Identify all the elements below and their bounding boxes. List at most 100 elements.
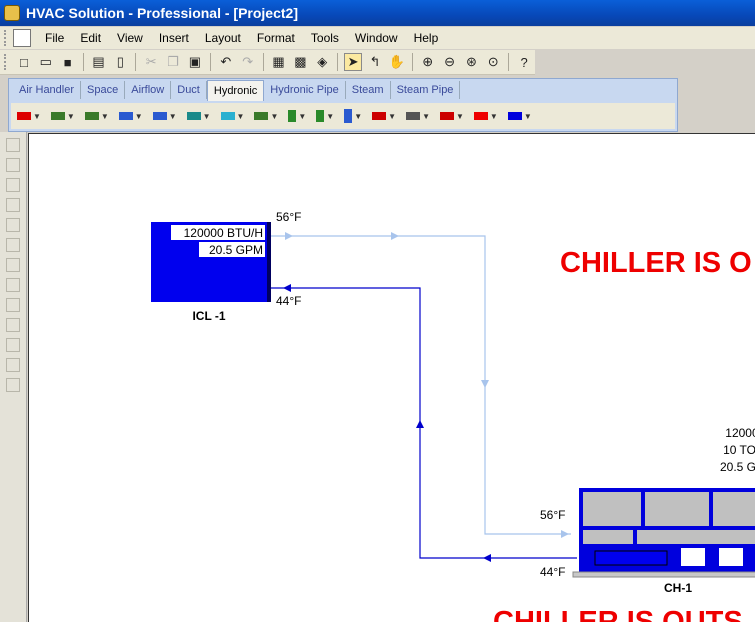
heat-pump-tool[interactable]: ▼	[502, 112, 532, 121]
toolbar-grip[interactable]	[4, 54, 9, 70]
toolbar-separator	[135, 53, 137, 71]
sidebar-tool-icon[interactable]	[6, 218, 20, 232]
window-title: HVAC Solution - Professional - [Project2…	[26, 5, 298, 21]
tab-hydronic[interactable]: Hydronic	[206, 79, 265, 101]
menu-edit[interactable]: Edit	[72, 31, 109, 45]
print-icon[interactable]: ▤	[90, 53, 108, 71]
menubar-grip[interactable]	[4, 30, 9, 46]
boiler-tool[interactable]: ▼	[366, 112, 396, 121]
zoom-fit-icon[interactable]: ⊛	[462, 53, 480, 71]
sidebar-tool-icon[interactable]	[6, 338, 20, 352]
menu-view[interactable]: View	[109, 31, 151, 45]
chiller-window	[681, 548, 705, 566]
tank-tool[interactable]: ▼	[181, 112, 211, 121]
chiller-tool[interactable]: ▼	[434, 112, 464, 121]
icl-capacity: 120000 BTU/H	[184, 226, 263, 240]
coil-tool[interactable]: ▼	[113, 112, 143, 121]
calculator-icon[interactable]: ▩	[291, 53, 309, 71]
menu-tools[interactable]: Tools	[303, 31, 347, 45]
pump-tool[interactable]: ▼	[11, 112, 41, 121]
toolbar-separator	[508, 53, 510, 71]
sidebar-tool-icon[interactable]	[6, 378, 20, 392]
menu-help[interactable]: Help	[406, 31, 447, 45]
pointer-icon[interactable]: ➤	[344, 53, 363, 71]
menu-file[interactable]: File	[37, 31, 72, 45]
app-icon	[4, 5, 20, 21]
tab-airflow[interactable]: Airflow	[125, 81, 172, 99]
sidebar-tool-icon[interactable]	[6, 298, 20, 312]
return-pipe[interactable]	[271, 287, 577, 559]
save-icon[interactable]: ■	[59, 53, 77, 71]
strainer-tool[interactable]: ▼	[248, 112, 278, 121]
zoom-window-icon[interactable]: ⊙	[484, 53, 502, 71]
menu-window[interactable]: Window	[347, 31, 406, 45]
sidebar-tool-icon[interactable]	[6, 258, 20, 272]
tab-air-handler[interactable]: Air Handler	[13, 81, 82, 99]
properties-icon[interactable]: ▦	[270, 53, 288, 71]
chiller-banner-bottom: CHILLER IS OUTS	[493, 606, 743, 622]
pan-hand-icon[interactable]: ✋	[388, 53, 406, 71]
drawing-canvas[interactable]: 120000 BTU/H 20.5 GPM ICL -1 56°F 44°F 1…	[28, 133, 755, 622]
tab-space[interactable]: Space	[81, 81, 126, 99]
context-help-icon[interactable]: ?	[515, 53, 533, 71]
icl-return-temp: 44°F	[276, 294, 301, 308]
print-preview-icon[interactable]: ▯	[111, 53, 129, 71]
icl-label: ICL -1	[192, 309, 225, 323]
menu-insert[interactable]: Insert	[151, 31, 197, 45]
valve-tool[interactable]: ▼	[45, 112, 75, 121]
open-folder-icon[interactable]: ▭	[37, 53, 55, 71]
toolbar-separator	[337, 53, 339, 71]
fill-bucket-icon[interactable]: ◈	[313, 53, 331, 71]
sidebar-tool-icon[interactable]	[6, 278, 20, 292]
separator-tool[interactable]: ▼	[282, 110, 306, 122]
toolbar-separator	[209, 53, 211, 71]
flow-arrow	[391, 232, 399, 240]
toolbar-separator	[82, 53, 84, 71]
menu-layout[interactable]: Layout	[197, 31, 249, 45]
sidebar-tool-icon[interactable]	[6, 318, 20, 332]
basin-tool[interactable]: ▼	[215, 112, 244, 121]
document-icon[interactable]	[13, 29, 31, 47]
chiller-label: CH-1	[664, 581, 692, 595]
zoom-in-icon[interactable]: ⊕	[419, 53, 437, 71]
drawing-sidebar	[0, 132, 27, 622]
chiller-tons: 10 TO	[723, 443, 755, 457]
new-file-icon[interactable]: □	[15, 53, 33, 71]
supply-pipe[interactable]	[271, 235, 571, 535]
connector-icon[interactable]: ↰	[366, 53, 384, 71]
flow-arrow	[416, 420, 424, 428]
cooling-tower-tool[interactable]: ▼	[468, 112, 498, 121]
tab-steam[interactable]: Steam	[346, 81, 391, 99]
redo-icon[interactable]: ↷	[239, 53, 257, 71]
copy-icon[interactable]: ❐	[164, 53, 182, 71]
paste-icon[interactable]: ▣	[186, 53, 204, 71]
exchanger-tool[interactable]: ▼	[147, 112, 177, 121]
tab-duct[interactable]: Duct	[171, 81, 207, 99]
fitting-tool[interactable]: ▼	[79, 112, 109, 121]
sidebar-tool-icon[interactable]	[6, 158, 20, 172]
zoom-out-icon[interactable]: ⊖	[441, 53, 459, 71]
sidebar-tool-icon[interactable]	[6, 178, 20, 192]
meter-tool[interactable]: ▼	[310, 110, 334, 122]
column-tool[interactable]: ▼	[338, 109, 362, 123]
standard-toolbar: □ ▭ ■ ▤ ▯ ✂ ❐ ▣ ↶ ↷ ▦ ▩ ◈ ➤ ↰ ✋ ⊕ ⊖ ⊛ ⊙ …	[0, 50, 535, 75]
hydronic-toolbar: ▼ ▼ ▼ ▼ ▼ ▼ ▼ ▼ ▼ ▼ ▼ ▼ ▼ ▼ ▼ ▼	[11, 103, 675, 129]
flow-arrow	[285, 232, 293, 240]
menu-format[interactable]: Format	[249, 31, 303, 45]
display-tool[interactable]: ▼	[400, 112, 430, 121]
sidebar-tool-icon[interactable]	[6, 138, 20, 152]
tab-hydronic-pipe[interactable]: Hydronic Pipe	[264, 81, 346, 99]
sidebar-tool-icon[interactable]	[6, 198, 20, 212]
component-palette: Air Handler Space Airflow Duct Hydronic …	[8, 78, 678, 132]
undo-icon[interactable]: ↶	[217, 53, 235, 71]
sidebar-tool-icon[interactable]	[6, 358, 20, 372]
chiller-banner-top: CHILLER IS O	[560, 247, 752, 279]
flow-arrow	[561, 530, 569, 538]
flow-arrow	[481, 380, 489, 388]
toolbar-separator	[262, 53, 264, 71]
sidebar-tool-icon[interactable]	[6, 238, 20, 252]
cut-icon[interactable]: ✂	[142, 53, 160, 71]
tab-steam-pipe[interactable]: Steam Pipe	[391, 81, 461, 99]
toolbar-separator	[411, 53, 413, 71]
chiller-flow: 20.5 G	[720, 460, 755, 474]
